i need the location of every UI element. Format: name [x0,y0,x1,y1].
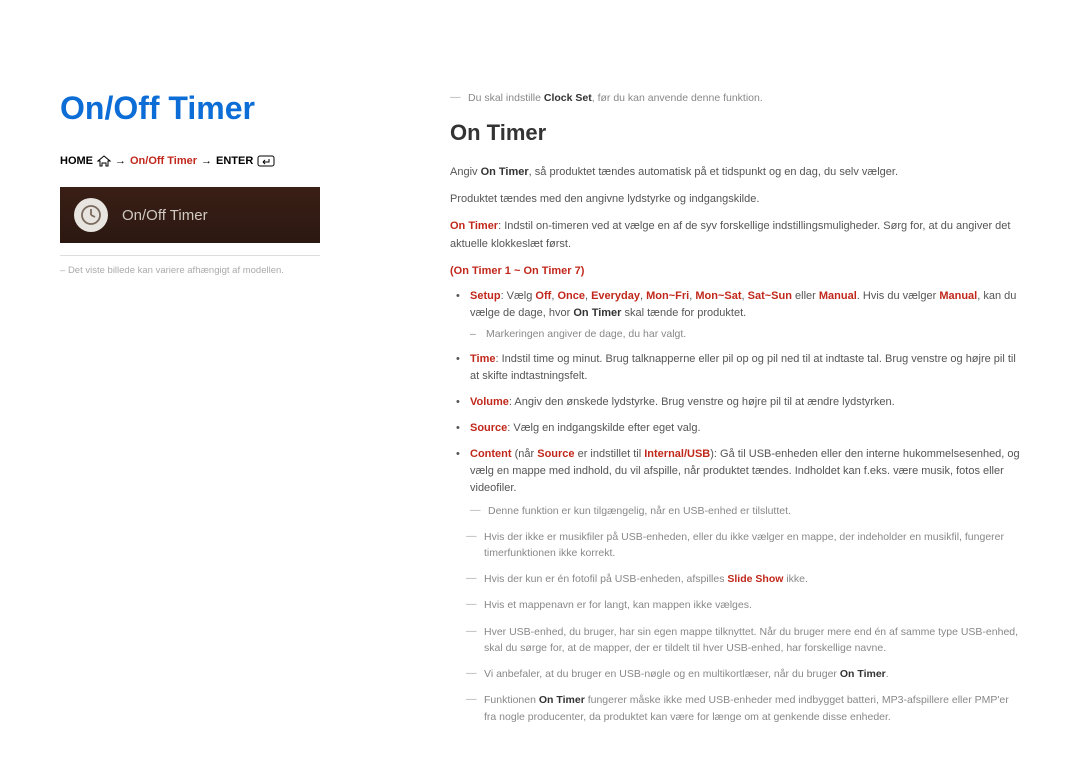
right-column: Du skal indstille Clock Set, før du kan … [450,90,1020,735]
breadcrumb: HOME → On/Off Timer → ENTER [60,155,390,167]
clock-icon [74,198,108,232]
page-title: On/Off Timer [60,90,390,127]
breadcrumb-arrow-1: → [115,155,126,167]
bullet-setup: Setup: Vælg Off, Once, Everyday, Mon~Fri… [450,288,1020,342]
left-column: On/Off Timer HOME → On/Off Timer → ENTER [60,90,390,735]
content-subnote: Denne funktion er kun tilgængelig, når e… [470,503,1020,519]
breadcrumb-middle: On/Off Timer [130,155,197,167]
bullet-content: Content (når Source er indstillet til In… [450,446,1020,519]
on-timer-intro: Angiv On Timer, så produktet tændes auto… [450,164,1020,181]
menu-tile-onoff-timer: On/Off Timer [60,187,320,243]
footnote-6: Funktionen On Timer fungerer måske ikke … [450,692,1020,725]
on-timer-setup-note: On Timer: Indstil on-timeren ved at vælg… [450,218,1020,252]
footnote-1: Hvis der ikke er musikfiler på USB-enhed… [450,529,1020,562]
footnote-5: Vi anbefaler, at du bruger en USB-nøgle … [450,666,1020,682]
home-icon [97,155,111,167]
footnote-4: Hver USB-enhed, du bruger, har sin egen … [450,624,1020,657]
divider [60,255,320,256]
page: On/Off Timer HOME → On/Off Timer → ENTER [60,90,1020,735]
footnote-3: Hvis et mappenavn er for langt, kan mapp… [450,597,1020,613]
on-timer-group-label: (On Timer 1 ~ On Timer 7) [450,263,1020,280]
settings-list: Setup: Vælg Off, Once, Everyday, Mon~Fri… [450,288,1020,520]
bullet-volume: Volume: Angiv den ønskede lydstyrke. Bru… [450,394,1020,411]
section-title-on-timer: On Timer [450,116,1020,150]
footnote-2: Hvis der kun er én fotofil på USB-enhede… [450,571,1020,587]
breadcrumb-home: HOME [60,155,93,167]
enter-icon [257,155,275,167]
bullet-source: Source: Vælg en indgangskilde efter eget… [450,420,1020,437]
breadcrumb-arrow-2: → [201,155,212,167]
bullet-time: Time: Indstil time og minut. Brug talkna… [450,351,1020,385]
breadcrumb-enter: ENTER [216,155,253,167]
on-timer-volume-note: Produktet tændes med den angivne lydstyr… [450,191,1020,208]
menu-tile-label: On/Off Timer [122,207,208,224]
footnotes: Hvis der ikke er musikfiler på USB-enhed… [450,529,1020,725]
clock-set-note: Du skal indstille Clock Set, før du kan … [450,90,1020,106]
model-variation-caption: – Det viste billede kan variere afhængig… [60,264,390,277]
setup-subnote: Markeringen angiver de dage, du har valg… [470,326,1020,342]
